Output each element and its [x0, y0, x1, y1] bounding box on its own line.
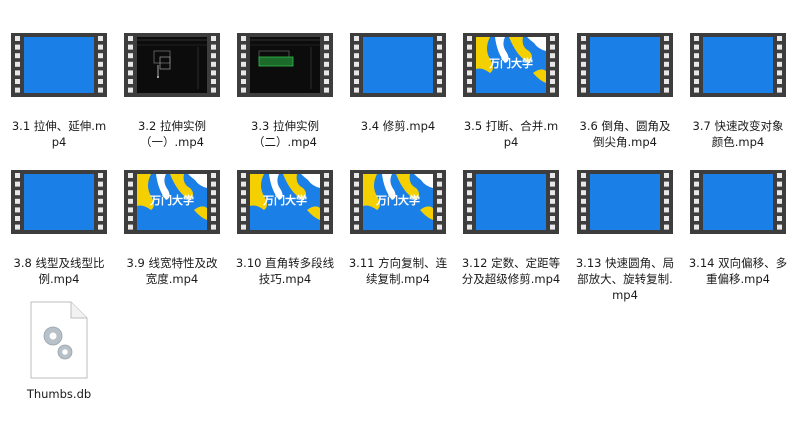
- film-strip-icon: [690, 33, 786, 97]
- file-name-label: 3.4 修剪.mp4: [360, 119, 436, 133]
- film-strip-icon: 万门大学: [350, 170, 446, 234]
- file-item[interactable]: 3.4 修剪.mp4: [348, 33, 448, 161]
- file-name-label: 3.8 线型及线型比例.mp4: [13, 256, 105, 286]
- film-strip-icon: [577, 170, 673, 234]
- file-item[interactable]: 万门大学 3.10 直角转多段线技巧.mp4: [235, 170, 335, 298]
- film-strip-icon: [124, 33, 220, 97]
- file-item[interactable]: 3.13 快速圆角、局部放大、旋转复制.mp4: [575, 170, 675, 302]
- file-item[interactable]: 3.7 快速改变对象颜色.mp4: [688, 33, 788, 161]
- film-strip-icon: [577, 33, 673, 97]
- file-name-label: 3.13 快速圆角、局部放大、旋转复制.mp4: [575, 256, 675, 302]
- file-item[interactable]: 3.8 线型及线型比例.mp4: [9, 170, 109, 298]
- file-item[interactable]: 3.6 倒角、圆角及倒尖角.mp4: [575, 33, 675, 161]
- svg-text:万门大学: 万门大学: [149, 193, 194, 207]
- file-item[interactable]: 3.12 定数、定距等分及超级修剪.mp4: [461, 170, 561, 298]
- film-strip-icon: 万门大学: [237, 170, 333, 234]
- file-name-label: 3.7 快速改变对象颜色.mp4: [692, 119, 784, 149]
- file-name-label: 3.5 打断、合并.mp4: [463, 119, 559, 149]
- file-item[interactable]: 万门大学 3.11 方向复制、连续复制.mp4: [348, 170, 448, 298]
- file-name-label: Thumbs.db: [26, 387, 92, 401]
- film-strip-icon: [463, 170, 559, 234]
- svg-text:万门大学: 万门大学: [375, 193, 420, 207]
- film-strip-icon: [11, 170, 107, 234]
- file-item[interactable]: 万门大学 3.9 线宽特性及改宽度.mp4: [122, 170, 222, 298]
- file-item[interactable]: 3.2 拉伸实例（一）.mp4: [122, 33, 222, 161]
- file-name-label: 3.2 拉伸实例（一）.mp4: [138, 119, 206, 149]
- file-grid: 3.1 拉伸、延伸.mp4 3.2 拉伸实例（一）.mp4 3.3 拉伸实例（二…: [0, 0, 800, 448]
- file-name-label: 3.1 拉伸、延伸.mp4: [11, 119, 107, 149]
- file-name-label: 3.11 方向复制、连续复制.mp4: [348, 256, 448, 286]
- film-strip-icon: [690, 170, 786, 234]
- file-item[interactable]: 万门大学 3.5 打断、合并.mp4: [461, 33, 561, 161]
- gear-file-icon: [27, 300, 91, 380]
- file-name-label: 3.6 倒角、圆角及倒尖角.mp4: [579, 119, 671, 149]
- film-strip-icon: [237, 33, 333, 97]
- svg-text:万门大学: 万门大学: [262, 193, 307, 207]
- file-name-label: 3.10 直角转多段线技巧.mp4: [235, 256, 335, 286]
- file-item[interactable]: 3.3 拉伸实例（二）.mp4: [235, 33, 335, 161]
- file-name-label: 3.9 线宽特性及改宽度.mp4: [126, 256, 218, 286]
- file-name-label: 3.3 拉伸实例（二）.mp4: [251, 119, 319, 149]
- file-name-label: 3.12 定数、定距等分及超级修剪.mp4: [461, 256, 561, 286]
- film-strip-icon: 万门大学: [463, 33, 559, 97]
- film-strip-icon: 万门大学: [124, 170, 220, 234]
- file-name-label: 3.14 双向偏移、多重偏移.mp4: [688, 256, 788, 286]
- file-item[interactable]: Thumbs.db: [9, 300, 109, 428]
- svg-text:万门大学: 万门大学: [488, 56, 533, 70]
- film-strip-icon: [350, 33, 446, 97]
- film-strip-icon: [11, 33, 107, 97]
- file-item[interactable]: 3.14 双向偏移、多重偏移.mp4: [688, 170, 788, 298]
- file-item[interactable]: 3.1 拉伸、延伸.mp4: [9, 33, 109, 161]
